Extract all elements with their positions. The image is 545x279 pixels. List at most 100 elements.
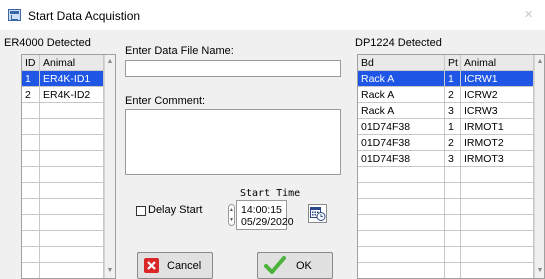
empty-cell <box>358 167 445 183</box>
start-time-label: Start Time <box>240 188 301 199</box>
empty-cell <box>461 263 534 278</box>
table-cell[interactable]: ER4K-ID2 <box>40 87 104 103</box>
calendar-clock-icon[interactable] <box>308 204 327 223</box>
empty-cell <box>22 103 40 119</box>
table-cell[interactable]: IRMOT2 <box>461 135 534 151</box>
empty-cell <box>22 199 40 215</box>
empty-cell <box>40 231 104 247</box>
table-cell[interactable]: ICRW2 <box>461 87 534 103</box>
empty-cell <box>22 119 40 135</box>
spin-up-icon[interactable]: ▲ <box>229 207 234 214</box>
er4000-label: ER4000 Detected <box>4 37 91 49</box>
empty-cell <box>445 167 461 183</box>
empty-cell <box>358 183 445 199</box>
empty-cell <box>22 183 40 199</box>
empty-cell <box>40 263 104 278</box>
delay-start-checkbox[interactable] <box>136 206 146 216</box>
empty-cell <box>445 263 461 278</box>
cancel-label: Cancel <box>167 260 202 272</box>
dp1224-grid[interactable]: ▲ ▼ Bd Pt Animal Rack A 1 ICRW1 Rack A 2 ICRW2 Ra… <box>357 54 545 279</box>
table-cell[interactable]: Rack A <box>358 103 445 119</box>
scroll-down-icon[interactable]: ▼ <box>105 266 115 276</box>
table-cell[interactable]: ICRW3 <box>461 103 534 119</box>
scroll-up-icon[interactable]: ▲ <box>105 57 115 67</box>
start-date-value: 05/29/2020 <box>241 216 294 228</box>
empty-cell <box>22 151 40 167</box>
empty-cell <box>461 247 534 263</box>
spin-down-icon[interactable]: ▼ <box>229 217 234 224</box>
time-spinner[interactable]: ▲ ▼ <box>228 204 235 226</box>
empty-cell <box>22 167 40 183</box>
ok-label: OK <box>296 260 312 272</box>
empty-cell <box>40 119 104 135</box>
table-cell[interactable]: 3 <box>445 103 461 119</box>
empty-cell <box>22 135 40 151</box>
empty-cell <box>358 263 445 278</box>
table-cell[interactable]: 1 <box>445 71 461 87</box>
start-time-value: 14:00:15 <box>241 204 282 216</box>
table-cell[interactable]: 01D74F38 <box>358 135 445 151</box>
empty-cell <box>40 103 104 119</box>
table-cell[interactable]: ER4K-ID1 <box>40 71 104 87</box>
table-cell[interactable]: 2 <box>445 87 461 103</box>
empty-cell <box>358 215 445 231</box>
comment-label: Enter Comment: <box>125 95 206 107</box>
scroll-down-icon[interactable]: ▼ <box>535 266 544 276</box>
empty-cell <box>445 183 461 199</box>
table-cell[interactable]: 2 <box>445 135 461 151</box>
green-check-icon <box>264 256 286 274</box>
empty-cell <box>40 167 104 183</box>
cancel-button[interactable]: Cancel <box>137 252 213 279</box>
comment-input[interactable] <box>125 109 341 175</box>
scroll-up-icon[interactable]: ▲ <box>535 57 544 67</box>
empty-cell <box>40 247 104 263</box>
window-title: Start Data Acquistion <box>28 9 141 23</box>
table-cell[interactable]: Rack A <box>358 87 445 103</box>
dialog-body: ER4000 Detected ▲ ▼ ID Animal 1 ER4K-ID1 2 ER… <box>0 30 545 279</box>
table-cell[interactable]: 01D74F38 <box>358 151 445 167</box>
empty-cell <box>445 247 461 263</box>
empty-cell <box>40 135 104 151</box>
empty-cell <box>40 215 104 231</box>
empty-cell <box>40 151 104 167</box>
table-cell[interactable]: ICRW1 <box>461 71 534 87</box>
column-header[interactable]: Pt <box>445 55 461 71</box>
delay-start-label: Delay Start <box>148 204 203 216</box>
dp1224-scrollbar[interactable]: ▲ ▼ <box>534 55 544 278</box>
er4000-scrollbar[interactable]: ▲ ▼ <box>104 55 115 278</box>
empty-cell <box>461 167 534 183</box>
column-header[interactable]: Bd <box>358 55 445 71</box>
er4000-grid[interactable]: ▲ ▼ ID Animal 1 ER4K-ID1 2 ER4K-ID2 <box>21 54 116 279</box>
table-cell[interactable]: 01D74F38 <box>358 119 445 135</box>
empty-cell <box>22 231 40 247</box>
ok-button[interactable]: OK <box>257 252 333 279</box>
dp1224-label: DP1224 Detected <box>355 37 442 49</box>
start-time-field[interactable]: 14:00:15 05/29/2020 <box>236 200 294 230</box>
empty-cell <box>461 231 534 247</box>
table-cell[interactable]: 1 <box>22 71 40 87</box>
title-bar: Start Data Acquistion ✕ <box>0 0 545 30</box>
column-header[interactable]: Animal <box>40 55 104 71</box>
empty-cell <box>445 215 461 231</box>
table-cell[interactable]: 1 <box>445 119 461 135</box>
table-cell[interactable]: Rack A <box>358 71 445 87</box>
column-header[interactable]: ID <box>22 55 40 71</box>
table-cell[interactable]: IRMOT3 <box>461 151 534 167</box>
close-icon[interactable]: ✕ <box>524 8 533 21</box>
empty-cell <box>22 247 40 263</box>
table-cell[interactable]: 2 <box>22 87 40 103</box>
file-name-label: Enter Data File Name: <box>125 45 234 57</box>
empty-cell <box>461 215 534 231</box>
table-cell[interactable]: 3 <box>445 151 461 167</box>
empty-cell <box>22 215 40 231</box>
empty-cell <box>40 183 104 199</box>
table-cell[interactable]: IRMOT1 <box>461 119 534 135</box>
empty-cell <box>40 199 104 215</box>
empty-cell <box>358 247 445 263</box>
column-header[interactable]: Animal <box>461 55 534 71</box>
empty-cell <box>22 263 40 278</box>
file-name-input[interactable] <box>125 60 341 77</box>
empty-cell <box>358 199 445 215</box>
empty-cell <box>445 199 461 215</box>
empty-cell <box>358 231 445 247</box>
